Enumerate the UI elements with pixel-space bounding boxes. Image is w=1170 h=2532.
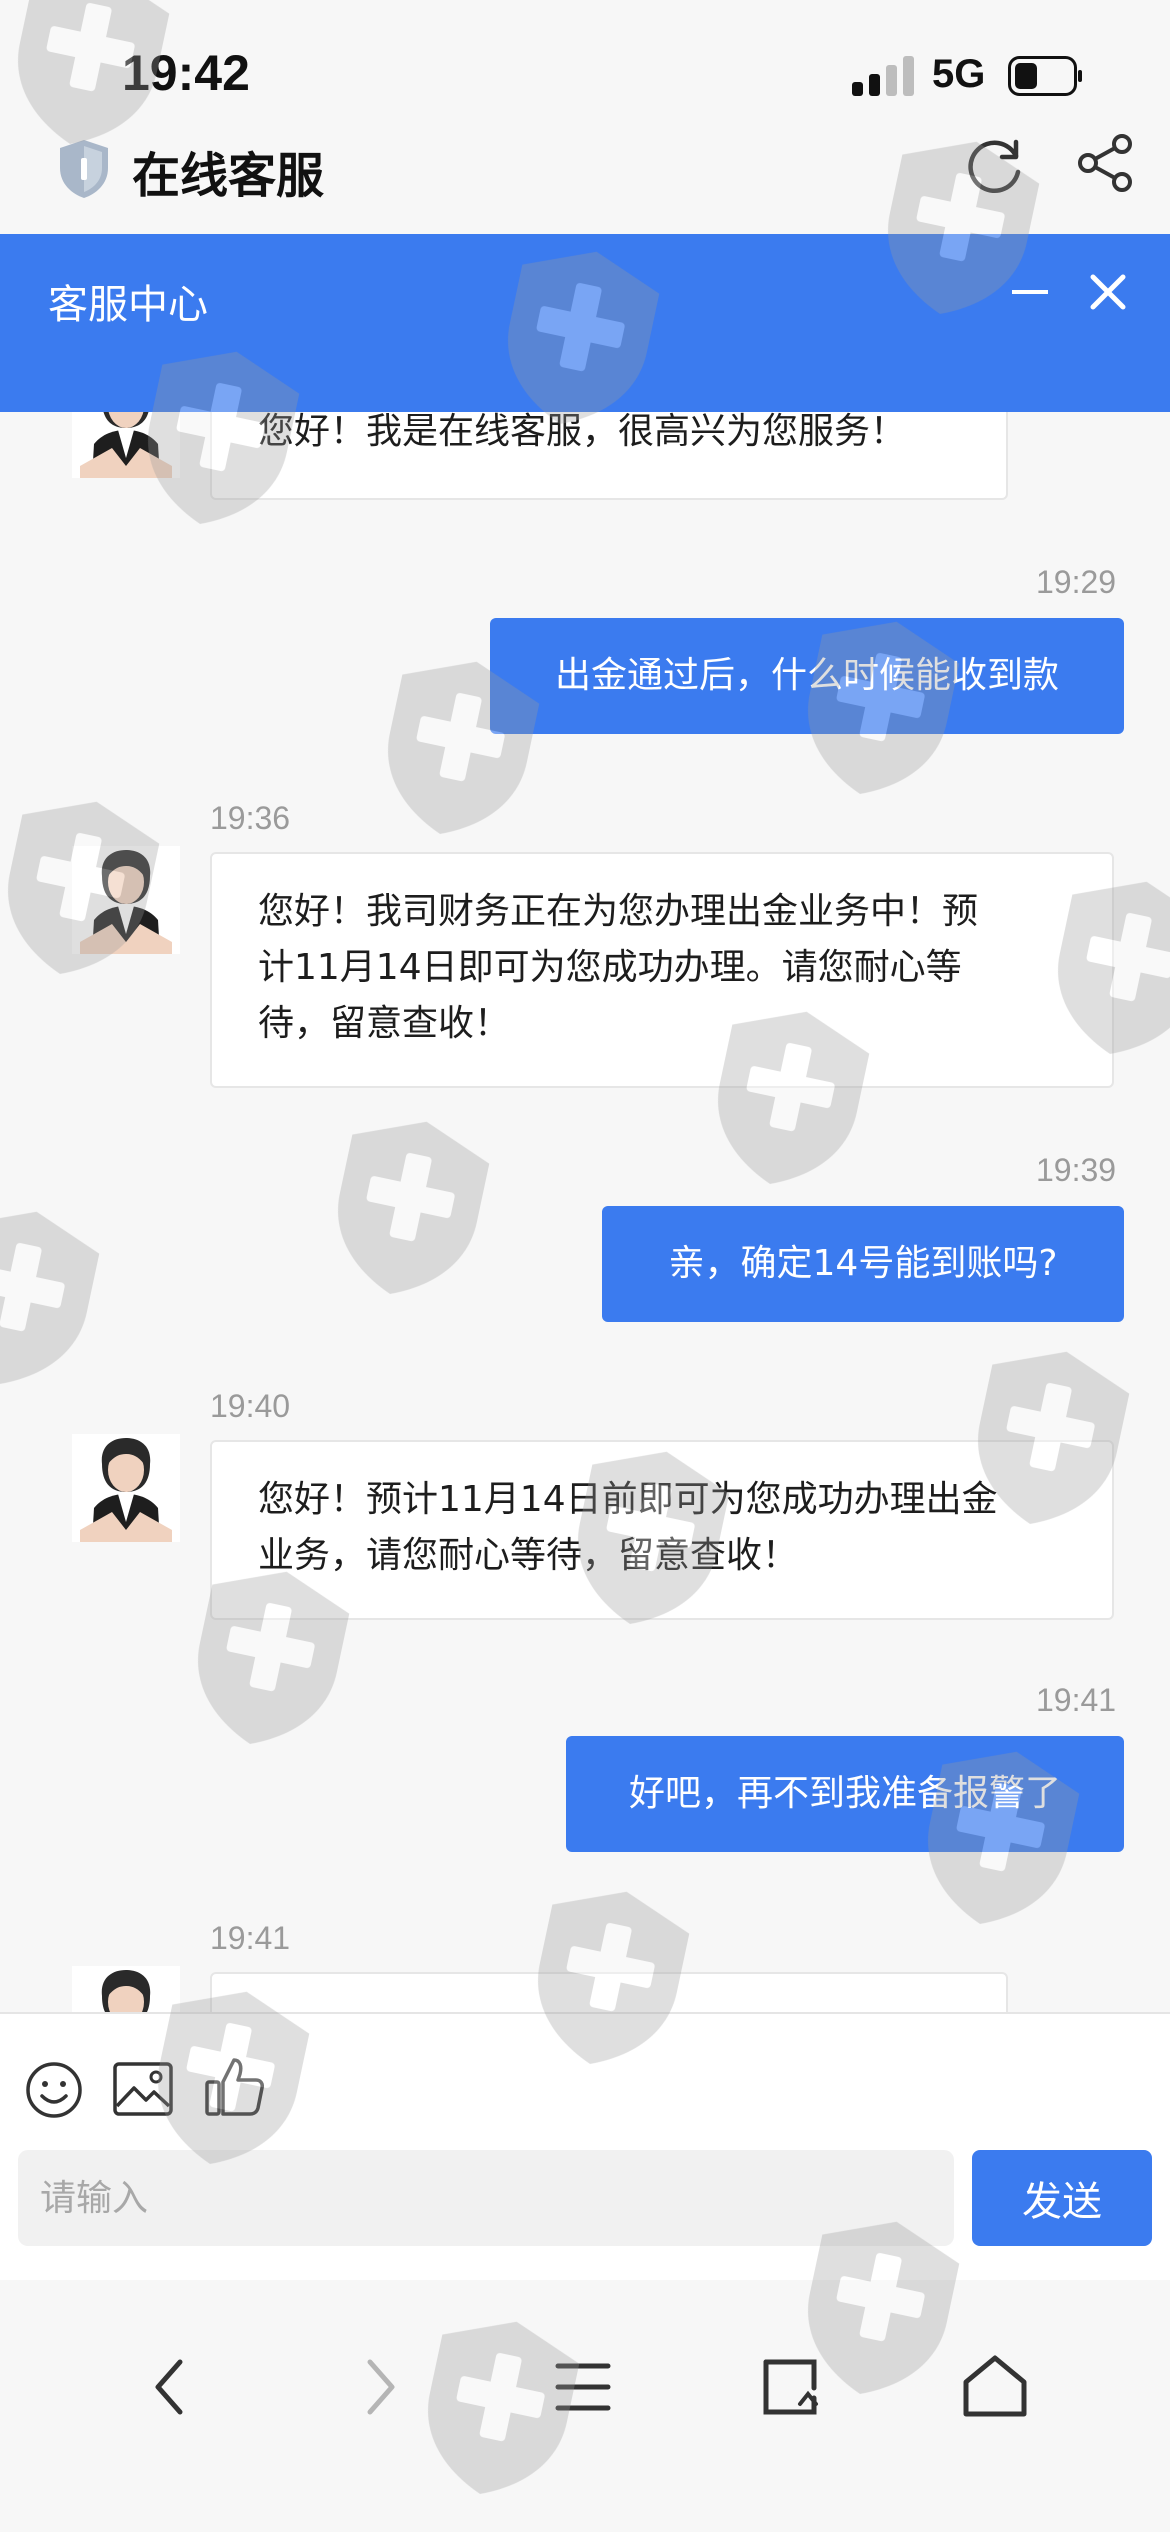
page-title: 在线客服: [132, 148, 325, 204]
message-text-line: 您好！预计11月14日前即可为您成功办理出金: [258, 1479, 998, 1520]
message-time: 19:36: [210, 800, 291, 836]
message-text-line: 待，留意查收！: [258, 1003, 511, 1044]
menu-icon[interactable]: [548, 2352, 618, 2422]
message-time: 19:29: [1036, 564, 1117, 600]
incoming-message: 您好！我司财务正在为您办理出金业务中！预 计11月14日即可为您成功办理。请您耐…: [210, 852, 1114, 1088]
reload-icon[interactable]: [964, 132, 1028, 196]
thumbs-up-icon[interactable]: [204, 2054, 264, 2118]
browser-bottom-nav: [0, 2280, 1170, 2532]
outgoing-message: 好吧，再不到我准备报警了: [566, 1736, 1124, 1852]
minimize-icon[interactable]: [1010, 282, 1050, 302]
outgoing-message: 出金通过后，什么时候能收到款: [490, 618, 1124, 734]
chat-message-list[interactable]: 您好！我是在线客服，很高兴为您服务！ 19:29 出金通过后，什么时候能收到款 …: [0, 412, 1170, 2012]
message-text: 好吧，再不到我准备报警了: [628, 1773, 1061, 1814]
message-text-line: 您好！我司财务正在为您办理出金业务中！预: [258, 891, 979, 932]
incoming-message: 您好！我是在线客服，很高兴为您服务！: [210, 412, 1008, 500]
tabs-icon[interactable]: [756, 2352, 826, 2422]
shield-icon: [60, 140, 108, 198]
message-text: 出金通过后，什么时候能收到款: [554, 655, 1059, 696]
close-icon[interactable]: [1088, 272, 1128, 312]
signal-icon: [852, 56, 918, 96]
outgoing-message: 亲，确定14号能到账吗?: [602, 1206, 1124, 1322]
chat-header: 客服中心: [0, 234, 1170, 412]
agent-avatar: [72, 412, 180, 478]
status-time: 19:42: [122, 45, 250, 101]
agent-avatar: [72, 1966, 180, 2012]
message-text-line: 计11月14日即可为您成功办理。请您耐心等: [258, 947, 962, 988]
share-icon[interactable]: [1076, 134, 1134, 192]
status-bar: 19:42 5G: [0, 0, 1170, 140]
back-icon[interactable]: [136, 2352, 206, 2422]
message-time: 19:41: [210, 1920, 291, 1956]
emoji-icon[interactable]: [24, 2060, 84, 2120]
forward-icon[interactable]: [344, 2352, 414, 2422]
message-text-line: 业务，请您耐心等待，留意查收！: [258, 1535, 799, 1576]
message-input[interactable]: [18, 2150, 954, 2246]
message-time: 19:41: [1036, 1682, 1117, 1718]
message-text: 亲，确定14号能到账吗?: [668, 1243, 1058, 1284]
send-button[interactable]: 发送: [972, 2150, 1152, 2246]
battery-icon: [1008, 56, 1082, 96]
chat-input-area: 发送: [0, 2012, 1170, 2280]
network-type: 5G: [932, 52, 986, 96]
message-time: 19:39: [1036, 1152, 1117, 1188]
incoming-message: [210, 1972, 1008, 2012]
home-icon[interactable]: [960, 2352, 1030, 2422]
agent-avatar: [72, 846, 180, 954]
incoming-message: 您好！预计11月14日前即可为您成功办理出金 业务，请您耐心等待，留意查收！: [210, 1440, 1114, 1620]
chat-header-title: 客服中心: [48, 282, 208, 328]
browser-title-bar: 在线客服: [0, 126, 1170, 236]
agent-avatar: [72, 1434, 180, 1542]
message-time: 19:40: [210, 1388, 291, 1424]
image-icon[interactable]: [112, 2060, 174, 2118]
message-text: 您好！我是在线客服，很高兴为您服务！: [258, 412, 907, 452]
